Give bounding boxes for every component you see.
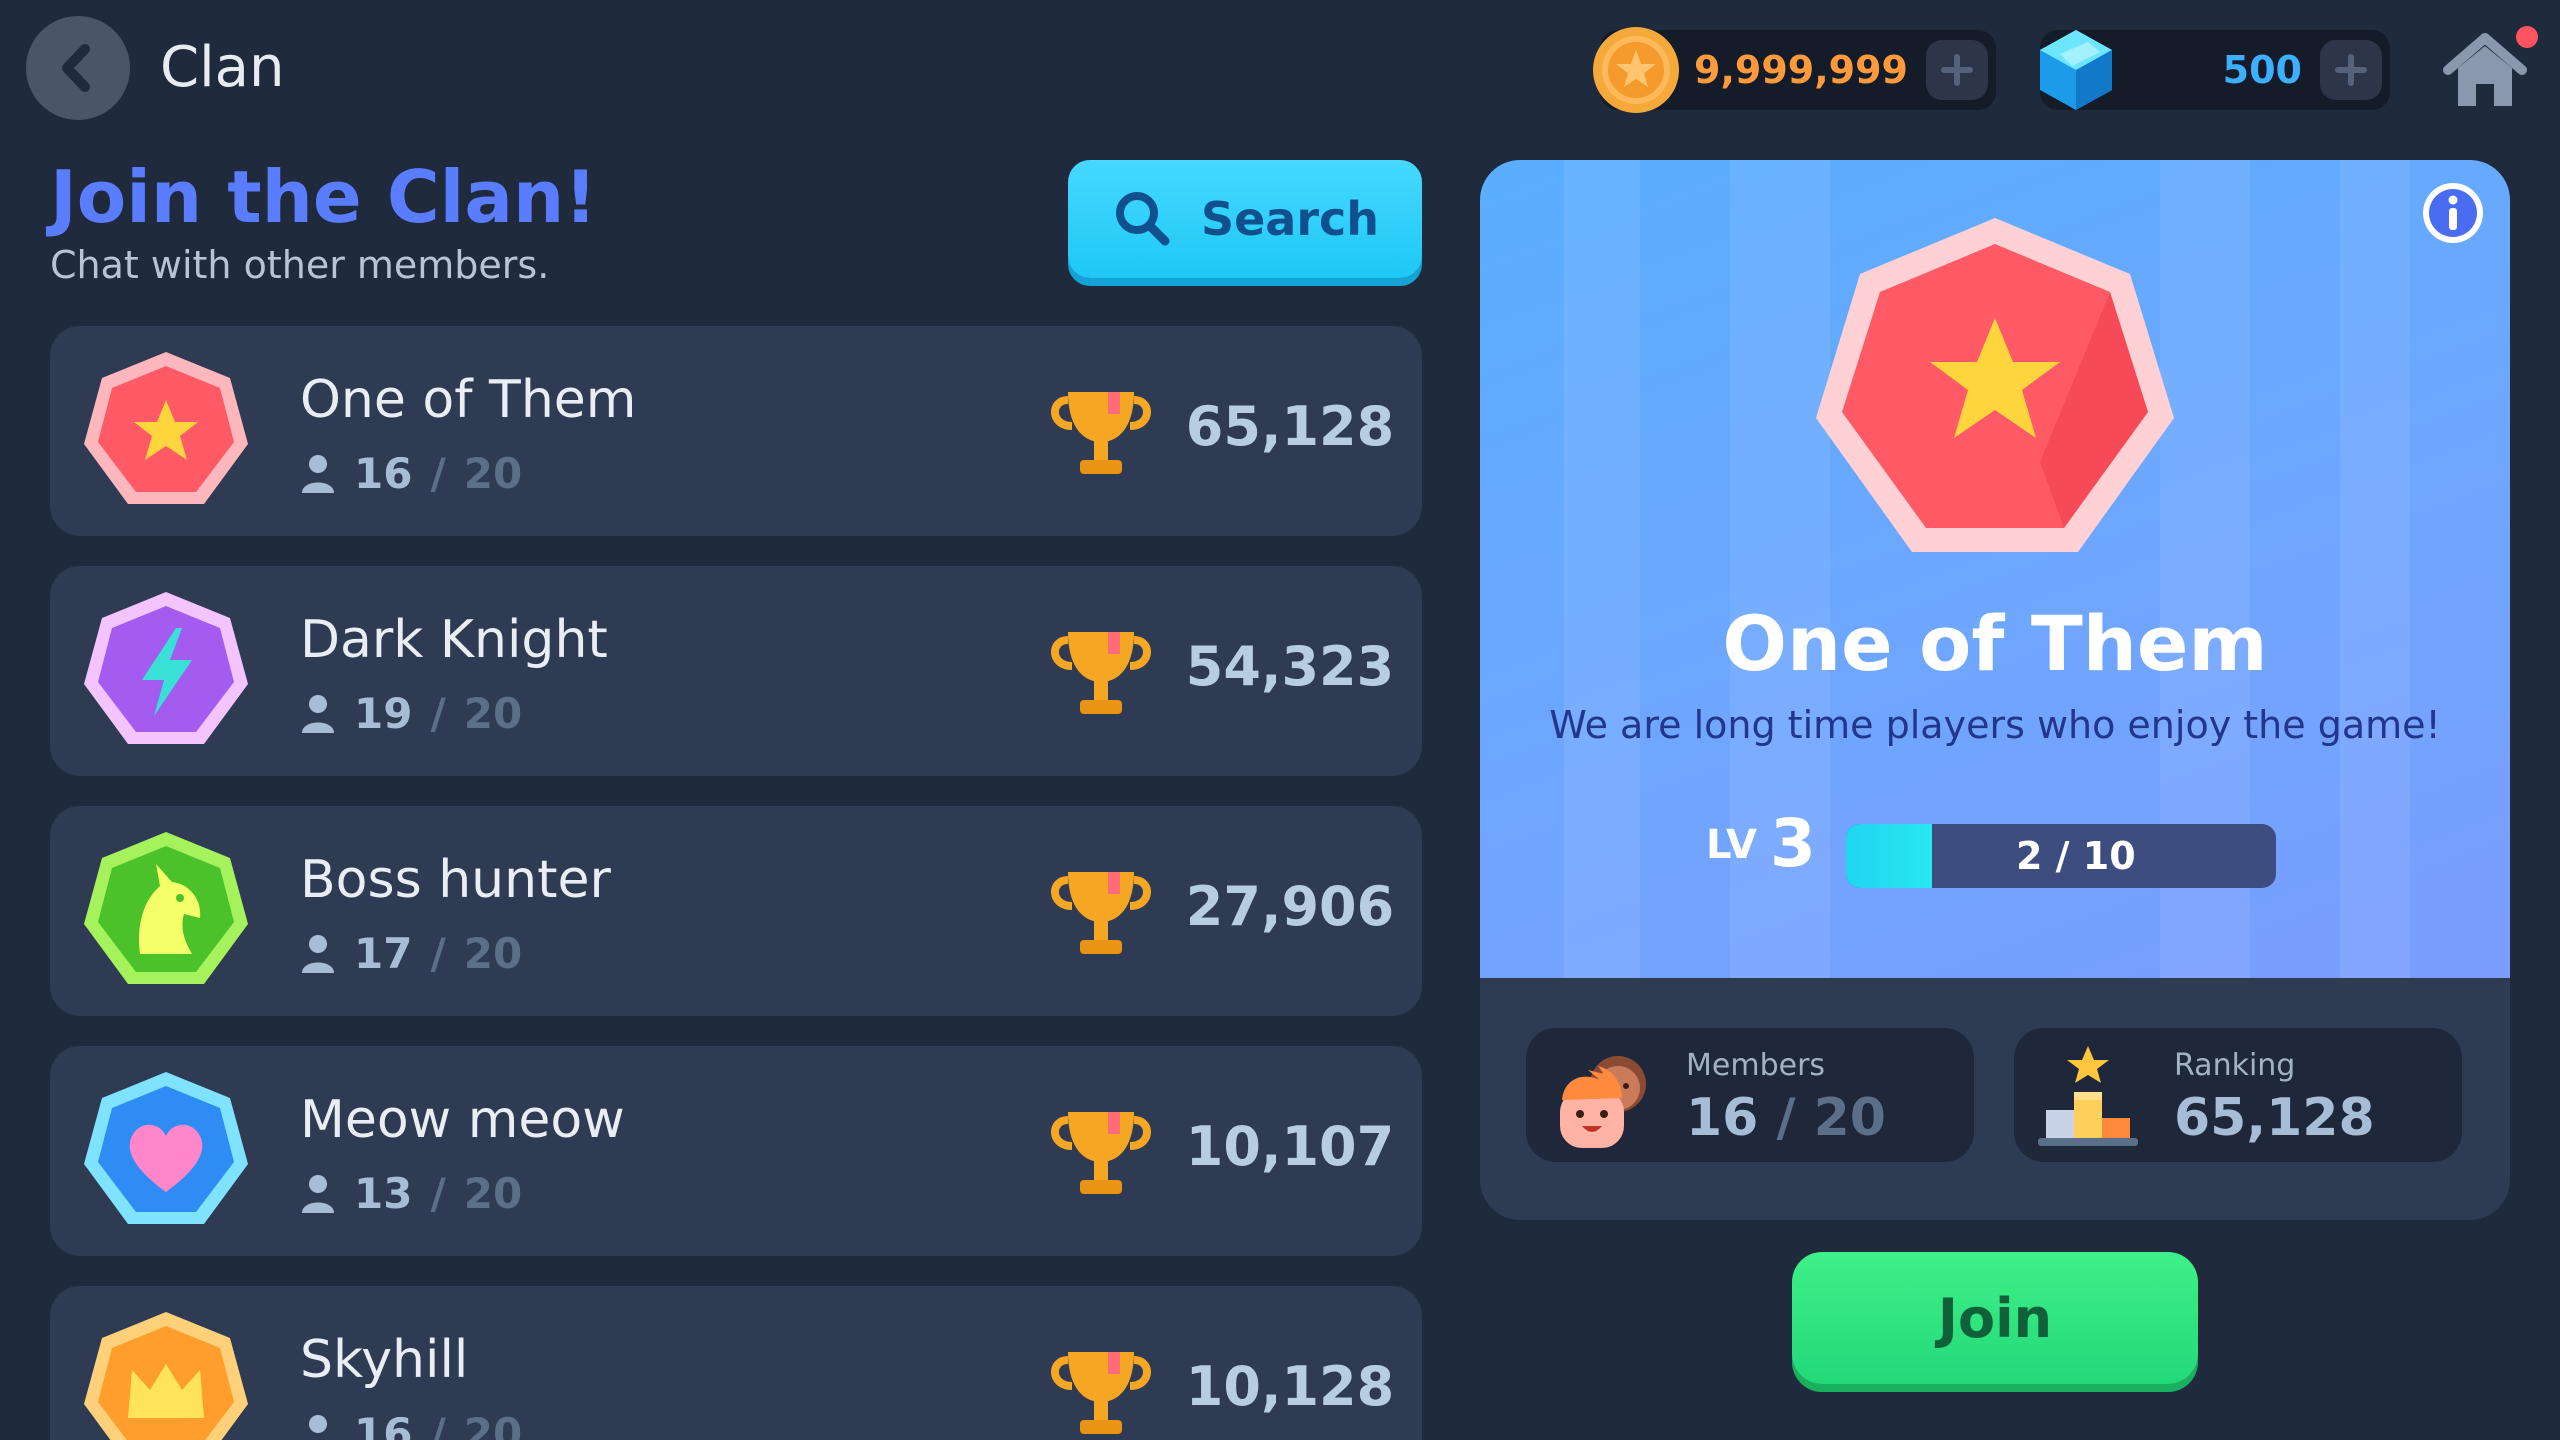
clan-detail-banner: One of Them We are long time players who… xyxy=(1480,160,2510,978)
person-icon xyxy=(302,1175,334,1213)
members-label: Members xyxy=(1686,1048,1826,1083)
member-capacity: 20 xyxy=(463,1408,523,1440)
member-separator: / xyxy=(430,688,446,738)
chevron-left-icon xyxy=(62,44,90,92)
members-value: 16 / 20 xyxy=(1686,1086,1886,1150)
member-capacity: 20 xyxy=(463,448,523,498)
member-count: 16 xyxy=(354,1408,413,1440)
level-progress-text: 2 / 10 xyxy=(2016,834,2136,878)
member-separator: / xyxy=(430,448,446,498)
member-separator: / xyxy=(430,928,446,978)
member-count: 13 xyxy=(354,1168,413,1218)
member-capacity: 20 xyxy=(463,1168,523,1218)
clan-row-boss-hunter[interactable]: Boss hunter 17 / 20 27,906 xyxy=(50,806,1422,1016)
join-clan-subtitle: Chat with other members. xyxy=(50,243,550,287)
members-avatars-icon xyxy=(1560,1056,1646,1148)
search-icon xyxy=(1115,192,1170,246)
members-capacity: 20 xyxy=(1813,1088,1886,1148)
clan-row-one-of-them[interactable]: One of Them 16 / 20 65,128 xyxy=(50,326,1422,536)
lightning-badge-icon xyxy=(84,592,248,744)
trophy-icon xyxy=(1051,632,1151,714)
clan-name: One of Them xyxy=(300,370,637,430)
clan-detail-name: One of Them xyxy=(1722,599,2268,688)
member-count: 17 xyxy=(354,928,413,978)
clan-score: 27,906 xyxy=(1185,875,1395,938)
clan-member-count: 17 / 20 xyxy=(300,928,522,978)
ranking-stat-card: Ranking 65,128 xyxy=(2014,1028,2462,1162)
clan-name: Meow meow xyxy=(300,1090,625,1150)
join-clan-title: Join the Clan! xyxy=(50,155,598,239)
clan-row-skyhill[interactable]: Skyhill 16 / 20 10,128 xyxy=(50,1286,1422,1440)
level-label: LV xyxy=(1706,822,1757,868)
clan-row-meow-meow[interactable]: Meow meow 13 / 20 10,107 xyxy=(50,1046,1422,1256)
gem-icon xyxy=(2040,30,2112,110)
plus-icon xyxy=(2335,54,2367,86)
member-separator: / xyxy=(430,1168,446,1218)
plus-icon xyxy=(1941,54,1973,86)
coin-icon xyxy=(1593,27,1679,113)
clan-member-count: 16 / 20 xyxy=(300,1408,522,1440)
members-count: 16 xyxy=(1686,1088,1759,1148)
person-icon xyxy=(309,1415,327,1433)
ranking-value: 65,128 xyxy=(2174,1088,2375,1148)
clan-member-count: 19 / 20 xyxy=(300,688,522,738)
clan-score: 10,107 xyxy=(1185,1115,1395,1178)
page-title: Clan xyxy=(160,35,285,100)
banner-stripe xyxy=(1564,160,1640,978)
clan-name: Dark Knight xyxy=(300,610,608,670)
star-badge-icon xyxy=(84,352,248,504)
ranking-label: Ranking xyxy=(2174,1048,2296,1083)
crown-badge-icon xyxy=(84,1312,248,1440)
search-button[interactable]: Search xyxy=(1068,160,1422,278)
info-icon[interactable] xyxy=(2420,180,2486,246)
person-icon xyxy=(302,935,334,973)
back-button[interactable] xyxy=(26,16,130,120)
person-icon xyxy=(302,695,334,733)
clan-detail-panel: One of Them We are long time players who… xyxy=(1480,160,2510,1220)
member-capacity: 20 xyxy=(463,928,523,978)
trophy-icon xyxy=(1051,1112,1151,1194)
heart-badge-icon xyxy=(84,1072,248,1224)
clan-score: 65,128 xyxy=(1185,395,1395,458)
member-separator: / xyxy=(430,1408,446,1440)
members-stat-card: Members 16 / 20 xyxy=(1526,1028,1974,1162)
clan-member-count: 16 / 20 xyxy=(300,448,522,498)
clan-name: Boss hunter xyxy=(300,850,611,910)
member-count: 16 xyxy=(354,448,413,498)
notification-dot xyxy=(2516,26,2538,48)
member-count: 19 xyxy=(354,688,413,738)
trophy-icon xyxy=(1051,392,1151,474)
trophy-icon xyxy=(1051,872,1151,954)
coin-balance: 9,999,999 xyxy=(1593,27,1996,113)
level-progress-fill xyxy=(1846,824,1932,888)
add-gems-button[interactable] xyxy=(2320,40,2382,100)
clan-member-count: 13 / 20 xyxy=(300,1168,522,1218)
clan-name: Skyhill xyxy=(300,1330,469,1390)
coin-value: 9,999,999 xyxy=(1694,48,1908,92)
level-number: 3 xyxy=(1770,805,1816,882)
clan-row-dark-knight[interactable]: Dark Knight 19 / 20 54,323 xyxy=(50,566,1422,776)
member-capacity: 20 xyxy=(463,688,523,738)
person-icon xyxy=(302,455,334,493)
unicorn-badge-icon xyxy=(84,832,248,984)
podium-icon xyxy=(2038,1046,2138,1146)
gem-balance: 500 xyxy=(2040,30,2390,110)
search-label: Search xyxy=(1200,192,1380,246)
level-progress-bar: 2 / 10 xyxy=(1846,824,2276,888)
join-button[interactable]: Join xyxy=(1792,1252,2198,1384)
members-separator: / xyxy=(1758,1088,1814,1148)
gem-value: 500 xyxy=(2222,48,2302,92)
banner-stripe xyxy=(2340,160,2410,978)
trophy-icon xyxy=(1051,1352,1151,1434)
add-coins-button[interactable] xyxy=(1926,40,1988,100)
clan-detail-description: We are long time players who enjoy the g… xyxy=(1549,703,2441,747)
clan-score: 54,323 xyxy=(1185,635,1395,698)
join-label: Join xyxy=(1937,1286,2053,1350)
clan-score: 10,128 xyxy=(1185,1355,1395,1418)
star-badge-icon xyxy=(1816,218,2174,552)
